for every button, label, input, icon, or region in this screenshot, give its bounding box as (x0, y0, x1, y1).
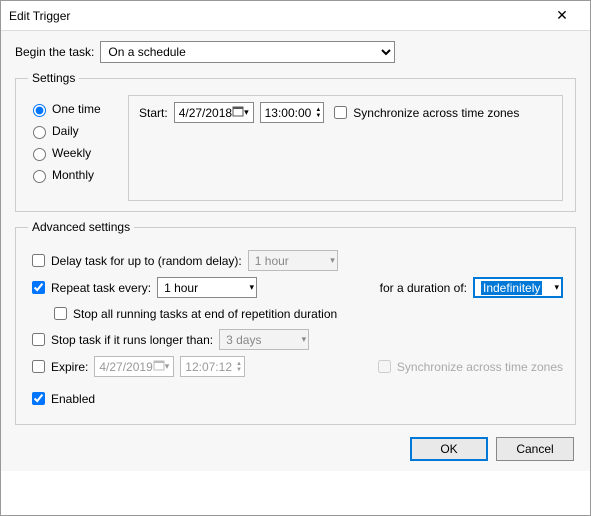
start-label: Start: (139, 106, 168, 120)
stop-repetition-label: Stop all running tasks at end of repetit… (73, 307, 337, 321)
chevron-down-icon: ▾ (165, 361, 170, 372)
expire-sync-label: Synchronize across time zones (397, 360, 563, 374)
advanced-group: Advanced settings Delay task for up to (… (15, 220, 576, 425)
expire-sync-checkbox (378, 360, 391, 373)
expire-time-value: 12:07:12 (185, 360, 232, 374)
stop-repetition-checkbox[interactable] (54, 307, 67, 320)
duration-label: for a duration of: (380, 281, 467, 295)
schedule-detail-box: Start: 4/27/2018 ▾ 13:00:00 ▲ (128, 95, 563, 201)
sync-timezone-checkbox[interactable] (334, 106, 347, 119)
begin-task-select[interactable]: On a schedule (100, 41, 395, 63)
start-date-value: 4/27/2018 (179, 106, 232, 120)
edit-trigger-dialog: Edit Trigger ✕ Begin the task: On a sche… (0, 0, 591, 516)
close-icon[interactable]: ✕ (542, 7, 582, 24)
settings-legend: Settings (28, 71, 79, 85)
repeat-value: 1 hour (164, 281, 198, 295)
sync-timezone-label: Synchronize across time zones (353, 106, 519, 120)
chevron-down-icon: ▾ (330, 255, 335, 266)
stop-longer-checkbox[interactable] (32, 333, 45, 346)
repeat-checkbox[interactable] (32, 281, 45, 294)
expire-date-picker: 4/27/2019 ▾ (94, 356, 174, 377)
repeat-combo[interactable]: 1 hour ▾ (157, 277, 257, 298)
expire-date-value: 4/27/2019 (99, 360, 152, 374)
one-time-radio[interactable] (33, 104, 46, 117)
start-time-spinner[interactable]: 13:00:00 ▲ ▼ (260, 102, 325, 123)
delay-combo: 1 hour ▾ (248, 250, 338, 271)
duration-combo[interactable]: Indefinitely ▾ (473, 277, 563, 298)
repeat-label: Repeat task every: (51, 281, 151, 295)
titlebar: Edit Trigger ✕ (1, 1, 590, 31)
chevron-down-icon: ▾ (302, 334, 307, 345)
advanced-legend: Advanced settings (28, 220, 134, 234)
start-date-picker[interactable]: 4/27/2018 ▾ (174, 102, 254, 123)
expire-label: Expire: (51, 360, 88, 374)
enabled-label: Enabled (51, 392, 95, 406)
enabled-checkbox[interactable] (32, 392, 45, 405)
daily-label: Daily (52, 124, 79, 138)
calendar-icon (232, 105, 244, 120)
chevron-down-icon: ▾ (244, 107, 249, 118)
cancel-button[interactable]: Cancel (496, 437, 574, 461)
delay-label: Delay task for up to (random delay): (51, 254, 242, 268)
duration-value: Indefinitely (481, 281, 542, 295)
delay-value: 1 hour (255, 254, 289, 268)
weekly-label: Weekly (52, 146, 91, 160)
ok-button[interactable]: OK (410, 437, 488, 461)
begin-task-label: Begin the task: (15, 45, 94, 59)
stop-longer-value: 3 days (226, 333, 261, 347)
stop-longer-label: Stop task if it runs longer than: (51, 333, 213, 347)
monthly-label: Monthly (52, 168, 94, 182)
one-time-label: One time (52, 102, 101, 116)
window-title: Edit Trigger (9, 9, 542, 23)
spin-down-icon[interactable]: ▼ (315, 113, 321, 119)
expire-checkbox[interactable] (32, 360, 45, 373)
monthly-radio[interactable] (33, 170, 46, 183)
chevron-down-icon: ▾ (554, 282, 559, 293)
weekly-radio[interactable] (33, 148, 46, 161)
calendar-icon (153, 359, 165, 374)
start-time-value: 13:00:00 (265, 106, 312, 120)
spin-down-icon: ▼ (236, 367, 242, 373)
delay-checkbox[interactable] (32, 254, 45, 267)
daily-radio[interactable] (33, 126, 46, 139)
settings-group: Settings One time Daily Weekly (15, 71, 576, 212)
stop-longer-combo: 3 days ▾ (219, 329, 309, 350)
expire-time-spinner: 12:07:12 ▲ ▼ (180, 356, 245, 377)
chevron-down-icon: ▾ (250, 282, 255, 293)
